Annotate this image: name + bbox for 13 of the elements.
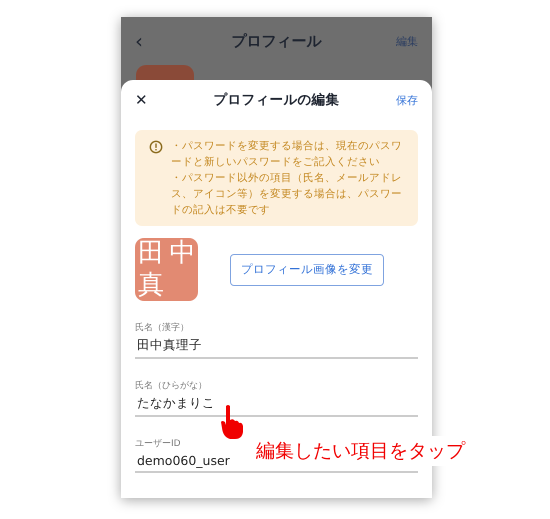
input-field[interactable]: 氏名（ひらがな） たなかまりこ bbox=[135, 379, 418, 417]
pointing-hand-icon bbox=[220, 404, 244, 440]
notice-text: ・パスワード以外の項目（氏名、メールアドレス、アイコン等）を変更する場合は、パスワードの記入は不要です bbox=[171, 171, 403, 218]
avatar-icon: 田 中 真 bbox=[135, 238, 198, 301]
close-button[interactable]: ✕ bbox=[135, 91, 175, 109]
warning-icon bbox=[149, 140, 163, 154]
change-image-button[interactable]: プロフィール画像を変更 bbox=[230, 254, 384, 286]
screen-title: プロフィール bbox=[230, 32, 323, 50]
back-button[interactable]: ‹ bbox=[135, 29, 175, 53]
notice-text: ・パスワードを変更する場合は、現在のパスワードと新しいパスワードをご記入ください bbox=[171, 139, 403, 170]
save-button[interactable]: 保存 bbox=[378, 92, 418, 108]
input-field[interactable]: 氏名（漢字） 田中真理子 bbox=[135, 321, 418, 359]
sheet-title: プロフィールの編集 bbox=[212, 91, 340, 109]
